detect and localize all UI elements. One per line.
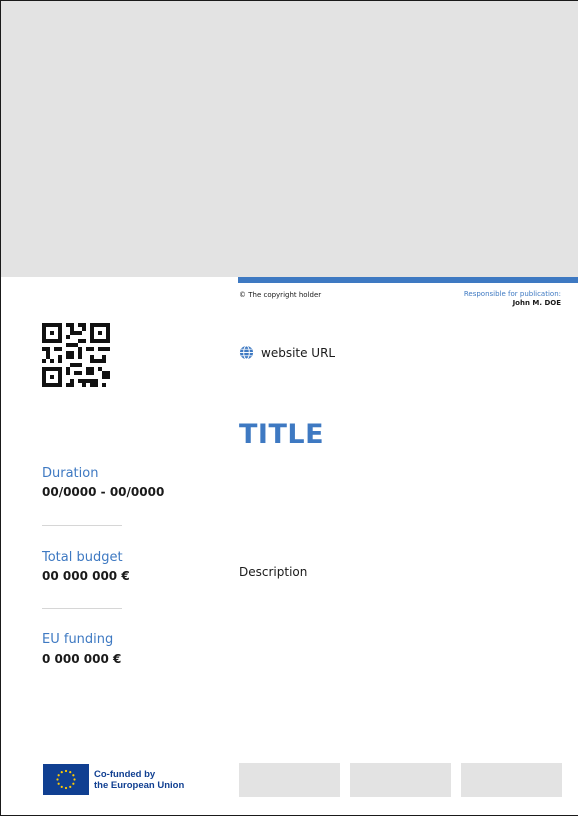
website-url-text[interactable]: website URL [261, 346, 335, 360]
eu-cofunded-logo: Co-funded by the European Union [43, 764, 184, 795]
project-title: TITLE [239, 419, 325, 450]
project-description: Description [239, 565, 308, 579]
eu-cofunded-line1: Co-funded by [94, 768, 156, 780]
stat-divider [42, 525, 122, 526]
stat-divider [42, 608, 122, 609]
eu-funding-label: EU funding [42, 632, 114, 647]
responsible-block: Responsible for publication: John M. DOE [464, 290, 561, 308]
qr-code-icon[interactable] [42, 323, 110, 387]
eu-flag-icon [43, 764, 89, 795]
responsible-label: Responsible for publication: [463, 290, 561, 298]
accent-bar [238, 277, 578, 283]
partner-logo-placeholder [350, 763, 451, 797]
responsible-name: John M. DOE [512, 299, 561, 307]
partner-logo-placeholder [239, 763, 340, 797]
globe-icon [239, 345, 254, 360]
eu-cofunded-line2: the European Union [94, 779, 185, 791]
duration-value: 00/0000 - 00/0000 [42, 485, 165, 499]
eu-cofunded-text: Co-funded by the European Union [94, 769, 184, 791]
duration-label: Duration [42, 466, 99, 481]
poster-page: © The copyright holder Responsible for p… [0, 0, 578, 816]
website-link[interactable]: website URL [239, 345, 335, 360]
partner-logo-placeholder [461, 763, 562, 797]
eu-funding-value: 0 000 000 € [42, 652, 122, 666]
copyright-text: © The copyright holder [239, 291, 322, 299]
hero-image-placeholder [1, 1, 578, 277]
total-budget-label: Total budget [42, 550, 123, 565]
total-budget-value: 00 000 000 € [42, 569, 130, 583]
